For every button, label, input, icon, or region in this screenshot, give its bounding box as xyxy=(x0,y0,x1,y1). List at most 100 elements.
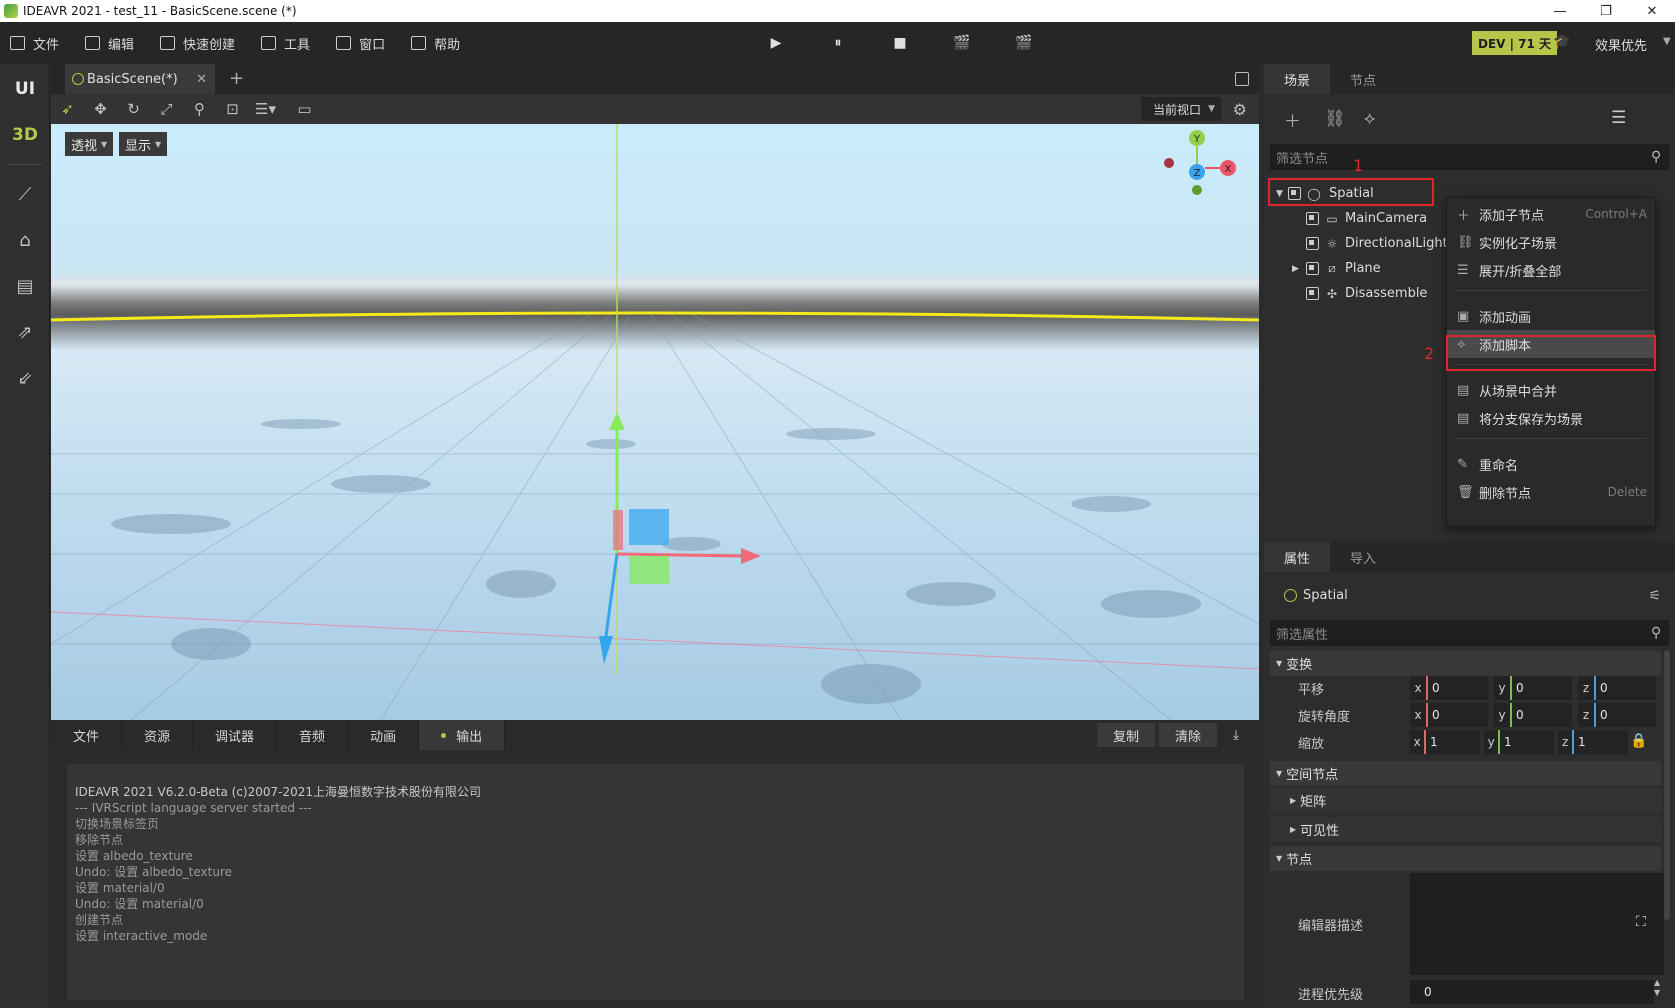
property-filter-input[interactable]: 筛选属性 xyxy=(1270,620,1669,646)
translation-y-field[interactable]: y0 xyxy=(1494,676,1572,700)
menu-expand-collapse-all[interactable]: ☰ 展开/折叠全部 xyxy=(1447,256,1655,284)
visibility-checkbox[interactable] xyxy=(1306,237,1319,250)
camera-icon[interactable]: ▭ xyxy=(288,100,321,118)
window-icon xyxy=(336,36,352,50)
play-icon[interactable]: ▶ xyxy=(745,35,807,51)
tab-node[interactable]: 节点 xyxy=(1330,64,1396,94)
list-icon: ☰ xyxy=(1457,262,1469,278)
close-window-button[interactable]: ✕ xyxy=(1629,0,1675,22)
rotation-x-field[interactable]: x0 xyxy=(1410,703,1488,727)
tab-basic-scene[interactable]: BasicScene(*) ✕ xyxy=(65,64,215,94)
script-icon[interactable]: ⟡ xyxy=(1364,109,1404,129)
display-button[interactable]: 显示 ▼ xyxy=(119,132,168,156)
graduation-cap-icon[interactable]: 🎓 xyxy=(1553,34,1570,50)
stop-icon[interactable]: ■ xyxy=(869,35,931,51)
hamburger-menu-icon[interactable]: ☰ xyxy=(1611,108,1651,128)
menu-help[interactable]: 帮助 xyxy=(401,22,470,64)
section-matrix[interactable]: ▶ 矩阵 xyxy=(1270,788,1661,813)
tab-scene[interactable]: 场景 xyxy=(1264,64,1330,94)
clear-button[interactable]: 清除 xyxy=(1159,723,1217,747)
link-icon[interactable]: ⛓ xyxy=(1324,109,1364,129)
scale-x-field[interactable]: x1 xyxy=(1410,730,1480,754)
menu-add-child-node[interactable]: ＋添加子节点 Control+A xyxy=(1447,200,1655,228)
grid-menu-icon[interactable]: ☰▾ xyxy=(249,100,282,118)
menu-rename[interactable]: ✎ 重命名 xyxy=(1447,450,1655,478)
store-icon[interactable]: ⌂ xyxy=(0,217,50,263)
rotate-tool-icon[interactable]: ↻ xyxy=(117,100,150,118)
ui-mode-button[interactable]: UI xyxy=(0,66,50,112)
tab-animation[interactable]: 动画 xyxy=(348,720,420,750)
menu-merge-from-scene[interactable]: ▤ 从场景中合并 xyxy=(1447,376,1655,404)
3d-mode-button[interactable]: 3D xyxy=(0,112,50,158)
expand-arrow-icon[interactable]: ▶ xyxy=(1292,264,1304,274)
download-icon[interactable]: ⤓ xyxy=(1221,723,1251,747)
rotation-y-field[interactable]: y0 xyxy=(1494,703,1572,727)
scale-tool-icon[interactable]: ⤢ xyxy=(150,100,183,118)
viewport-select[interactable]: 当前视口 ▼ xyxy=(1141,97,1221,121)
visibility-checkbox[interactable] xyxy=(1306,287,1319,300)
copy-button[interactable]: 复制 xyxy=(1097,723,1155,747)
move-tool-icon[interactable]: ✥ xyxy=(84,100,117,118)
scale-y-field[interactable]: y1 xyxy=(1484,730,1554,754)
section-transform[interactable]: ▼ 变换 xyxy=(1270,651,1661,676)
restore-button[interactable]: ❐ xyxy=(1583,0,1629,22)
menu-add-animation[interactable]: ▣ 添加动画 xyxy=(1447,302,1655,330)
tab-properties[interactable]: 属性 xyxy=(1264,542,1330,572)
3d-viewport[interactable]: Y X Z 透视 ▼ 显示 ▼ xyxy=(51,124,1259,720)
pause-icon[interactable]: ⏸ xyxy=(807,35,869,51)
minimize-button[interactable]: — xyxy=(1537,0,1583,22)
property-settings-icon[interactable]: ⚟ xyxy=(1648,588,1661,604)
snap-tool-icon[interactable]: ⊡ xyxy=(216,100,249,118)
menu-delete-node[interactable]: 🗑 删除节点 Delete xyxy=(1447,478,1655,506)
menu-file[interactable]: 文件 xyxy=(0,22,69,64)
spin-arrows-icon[interactable]: ▲ ▼ xyxy=(1654,978,1660,998)
menu-save-branch-as-scene[interactable]: ▤ 将分支保存为场景 xyxy=(1447,404,1655,432)
menu-instance-scene[interactable]: ⛓ 实例化子场景 xyxy=(1447,228,1655,256)
annotation-box-1 xyxy=(1268,178,1434,206)
pivot-tool-icon[interactable]: ⚲ xyxy=(183,100,216,118)
translation-z-field[interactable]: z0 xyxy=(1578,676,1656,700)
log-line: 创建节点 xyxy=(75,913,124,927)
export-icon[interactable]: ⇗ xyxy=(0,309,50,355)
script-graph-icon[interactable]: ⟋ xyxy=(0,171,50,217)
tab-resources[interactable]: 资源 xyxy=(122,720,194,750)
process-priority-field[interactable]: 0 xyxy=(1410,980,1654,1004)
tab-output[interactable]: 输出 xyxy=(419,720,506,750)
tab-audio[interactable]: 音频 xyxy=(277,720,349,750)
menu-tools[interactable]: 工具 xyxy=(251,22,320,64)
import-icon[interactable]: ⇙ xyxy=(0,355,50,401)
visibility-checkbox[interactable] xyxy=(1306,262,1319,275)
tab-import[interactable]: 导入 xyxy=(1330,542,1396,572)
select-tool-icon[interactable]: ➶ xyxy=(51,100,84,118)
tab-debugger[interactable]: 调试器 xyxy=(193,720,278,750)
editor-description-field[interactable] xyxy=(1410,873,1664,975)
visibility-checkbox[interactable] xyxy=(1306,212,1319,225)
fullscreen-icon[interactable] xyxy=(1235,72,1249,86)
menu-edit[interactable]: 编辑 xyxy=(75,22,144,64)
rotation-z-field[interactable]: z0 xyxy=(1578,703,1656,727)
light-node-icon: ☼ xyxy=(1326,236,1338,251)
section-visibility[interactable]: ▶ 可见性 xyxy=(1270,817,1661,842)
play-scene-icon[interactable]: 🎬 xyxy=(931,35,993,51)
quality-mode-select[interactable]: 效果优先 xyxy=(1595,35,1647,54)
add-node-icon[interactable]: ＋ xyxy=(1284,107,1324,132)
translation-x-field[interactable]: x0 xyxy=(1410,676,1488,700)
section-spatial-node[interactable]: ▼ 空间节点 xyxy=(1270,761,1661,786)
close-tab-icon[interactable]: ✕ xyxy=(196,72,207,87)
settings-panel-icon[interactable]: ▤ xyxy=(0,263,50,309)
add-tab-icon[interactable]: + xyxy=(229,68,244,89)
tab-file[interactable]: 文件 xyxy=(51,720,123,750)
inspector-scrollbar[interactable] xyxy=(1664,650,1670,920)
viewport-settings-icon[interactable]: ⚙ xyxy=(1233,100,1247,119)
lock-icon[interactable]: 🔒 xyxy=(1630,733,1647,749)
play-custom-scene-icon[interactable]: 🎬 xyxy=(993,35,1055,51)
translation-label: 平移 xyxy=(1298,683,1325,698)
scale-z-field[interactable]: z1 xyxy=(1558,730,1628,754)
expand-editor-icon[interactable]: ⛶ xyxy=(1636,914,1646,930)
menu-quick-create[interactable]: 快速创建 xyxy=(150,22,245,64)
menu-window[interactable]: 窗口 xyxy=(326,22,395,64)
section-node[interactable]: ▼ 节点 xyxy=(1270,846,1661,871)
perspective-button[interactable]: 透视 ▼ xyxy=(65,132,114,156)
log-line: IDEAVR 2021 V6.2.0-Beta (c)2007-2021上海曼恒… xyxy=(75,785,482,799)
node-filter-input[interactable]: 筛选节点 xyxy=(1270,144,1669,170)
